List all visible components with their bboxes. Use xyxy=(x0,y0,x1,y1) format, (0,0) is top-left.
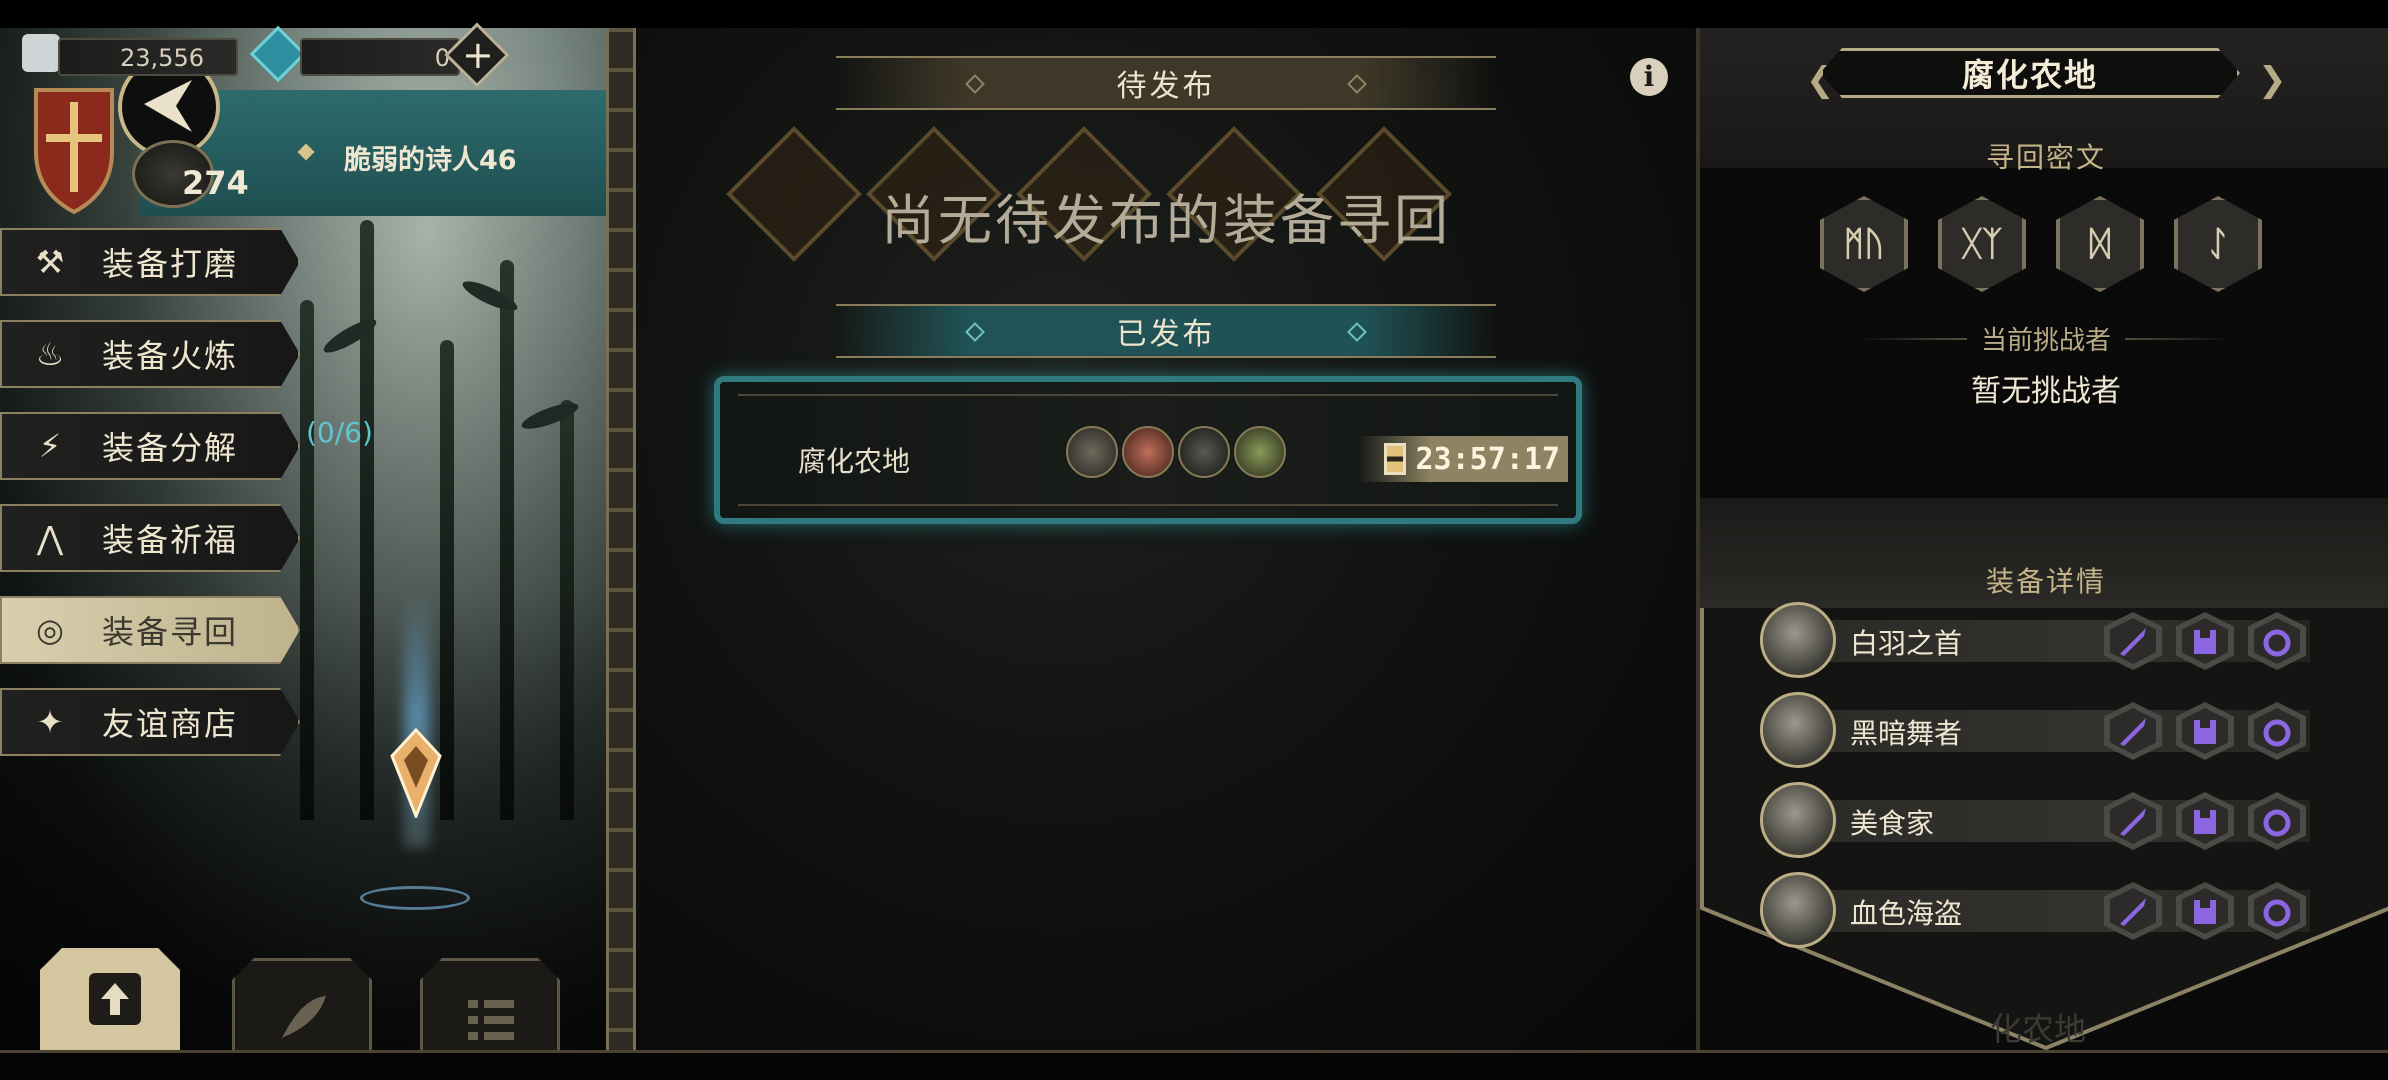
location-title: 腐化农地 xyxy=(1961,56,2098,94)
published-header: 已发布 xyxy=(836,304,1496,358)
hero-row[interactable]: 美食家 xyxy=(1760,782,2320,860)
menu-forge-label: 装备火炼 xyxy=(102,337,239,375)
hammer-icon: ⚒ xyxy=(35,243,65,281)
info-button[interactable]: i xyxy=(1630,58,1668,96)
tab-publish[interactable] xyxy=(40,948,180,1050)
pending-header-label: 待发布 xyxy=(1116,69,1216,104)
bottom-frame xyxy=(0,1050,2388,1080)
sword-icon xyxy=(2120,898,2146,926)
fox-icon: ✦ xyxy=(36,703,64,741)
location-title-frame: 腐化农地 xyxy=(1820,48,2240,98)
menu-disassemble-button[interactable]: ⚡ 装备分解 xyxy=(0,412,300,480)
challenger-value: 暂无挑战者 xyxy=(1971,374,2121,409)
published-quest-card[interactable]: 腐化农地 23:57:17 xyxy=(714,376,1582,524)
cipher-header: 寻回密文 xyxy=(1985,141,2106,174)
menu-friendship-shop-button[interactable]: ✦ 友谊商店 xyxy=(0,688,300,756)
ring-icon xyxy=(2263,899,2291,927)
quest-hero-avatar xyxy=(1122,426,1174,478)
rune-glyph: ᛇ xyxy=(2207,224,2229,264)
player-level: 274 xyxy=(182,164,249,202)
center-panel: 待发布 尚无待发布的装备寻回 已发布 腐化农地 23:57:17 xyxy=(636,28,1696,1050)
hero-name: 黑暗舞者 xyxy=(1850,717,1963,750)
hero-avatar xyxy=(1760,692,1836,768)
menu-bless-button[interactable]: ⋀ 装备祈福 xyxy=(0,504,300,572)
sword-icon xyxy=(2120,718,2146,746)
rune-glyph: ᛞ xyxy=(2089,224,2111,264)
quest-hero-avatar xyxy=(1066,426,1118,478)
quest-timer: 23:57:17 xyxy=(1358,436,1568,482)
armor-icon xyxy=(2194,720,2216,744)
list-icon xyxy=(468,1000,514,1040)
disassemble-count: (0/6) xyxy=(306,416,373,449)
crystal-balance-bar: 0 xyxy=(300,38,460,76)
hero-avatar xyxy=(1760,872,1836,948)
light-ring xyxy=(360,886,470,910)
plus-icon: + xyxy=(462,33,494,77)
menu-bless-label: 装备祈福 xyxy=(102,521,239,559)
rune-slot: ᚷᛉ xyxy=(1938,196,2026,292)
gem-balance-bar: 23,556 xyxy=(58,38,238,76)
sword-icon xyxy=(2120,808,2146,836)
equip-detail-header: 装备详情 xyxy=(1985,565,2106,598)
player-title: 脆弱的诗人46 xyxy=(344,145,517,176)
quest-card-inner: 腐化农地 23:57:17 xyxy=(738,394,1568,506)
rune-slot: ᛞ xyxy=(2056,196,2144,292)
quest-hero-avatar xyxy=(1234,426,1286,478)
menu-forge-button[interactable]: ♨ 装备火炼 xyxy=(0,320,300,388)
menu-polish-label: 装备打磨 xyxy=(102,245,239,283)
challenger-header: 当前挑战者 xyxy=(1700,320,2388,357)
menu-friendship-shop-label: 友谊商店 xyxy=(102,705,239,743)
hero-avatar xyxy=(1760,782,1836,858)
header-ornament-icon xyxy=(1347,322,1367,342)
menu-retrieve-label: 装备寻回 xyxy=(102,613,239,651)
rune-glyph: ᛗᚢ xyxy=(1843,224,1885,264)
challenger-header-text: 当前挑战者 xyxy=(1966,326,2125,356)
pending-empty-message: 尚无待发布的装备寻回 xyxy=(881,189,1451,252)
rune-slot: ᛗᚢ xyxy=(1820,196,1908,292)
target-icon: ◎ xyxy=(36,611,64,649)
quest-hero-avatar xyxy=(1178,426,1230,478)
ring-icon xyxy=(2263,629,2291,657)
header-ornament-icon xyxy=(1347,74,1367,94)
quest-name: 腐化农地 xyxy=(798,445,911,478)
flame-icon: ♨ xyxy=(35,335,65,373)
right-panel: ❮ 腐化农地 ❯ 寻回密文 ᛗᚢ ᚷᛉ ᛞ ᛇ 当前挑战者 暂无挑战者 装备详情… xyxy=(1696,28,2388,1050)
ring-icon xyxy=(2263,719,2291,747)
top-letterbox xyxy=(0,0,2388,28)
feather-icon xyxy=(282,996,326,1038)
panel-divider xyxy=(606,28,636,1050)
gem-balance: 23,556 xyxy=(120,44,204,72)
ring-icon xyxy=(2263,809,2291,837)
rune-glyph: ᚷᛉ xyxy=(1961,224,2003,264)
hero-row[interactable]: 白羽之首 xyxy=(1760,602,2320,680)
hero-avatar xyxy=(1760,602,1836,678)
armor-icon xyxy=(2194,630,2216,654)
hero-row[interactable]: 黑暗舞者 xyxy=(1760,692,2320,770)
prayer-icon: ⋀ xyxy=(36,519,64,557)
hourglass-icon xyxy=(1383,443,1406,475)
pending-header: 待发布 xyxy=(836,56,1496,110)
hero-name: 血色海盗 xyxy=(1850,897,1963,930)
location-marker-icon[interactable] xyxy=(388,728,444,818)
armor-icon xyxy=(2194,900,2216,924)
menu-retrieve-button[interactable]: ◎ 装备寻回 xyxy=(0,596,300,664)
published-header-label: 已发布 xyxy=(1116,317,1216,352)
menu-polish-button[interactable]: ⚒ 装备打磨 xyxy=(0,228,300,296)
hero-name: 白羽之首 xyxy=(1850,627,1963,660)
sword-icon xyxy=(2120,628,2146,656)
rune-slot: ᛇ xyxy=(2174,196,2262,292)
upload-icon xyxy=(89,973,141,1025)
menu-disassemble-label: 装备分解 xyxy=(102,429,239,467)
header-ornament-icon xyxy=(965,322,985,342)
guild-shield-icon xyxy=(34,88,114,215)
hero-name: 美食家 xyxy=(1850,807,1935,840)
quest-timer-value: 23:57:17 xyxy=(1415,441,1561,477)
faded-location-footer: 化农地 xyxy=(1990,1010,2087,1048)
title-right-ornament-icon: ❯ xyxy=(2258,60,2287,100)
disassemble-icon: ⚡ xyxy=(38,427,62,465)
armor-icon xyxy=(2194,810,2216,834)
gem-currency-icon xyxy=(22,34,60,72)
header-ornament-icon xyxy=(965,74,985,94)
hero-row[interactable]: 血色海盗 xyxy=(1760,872,2320,950)
